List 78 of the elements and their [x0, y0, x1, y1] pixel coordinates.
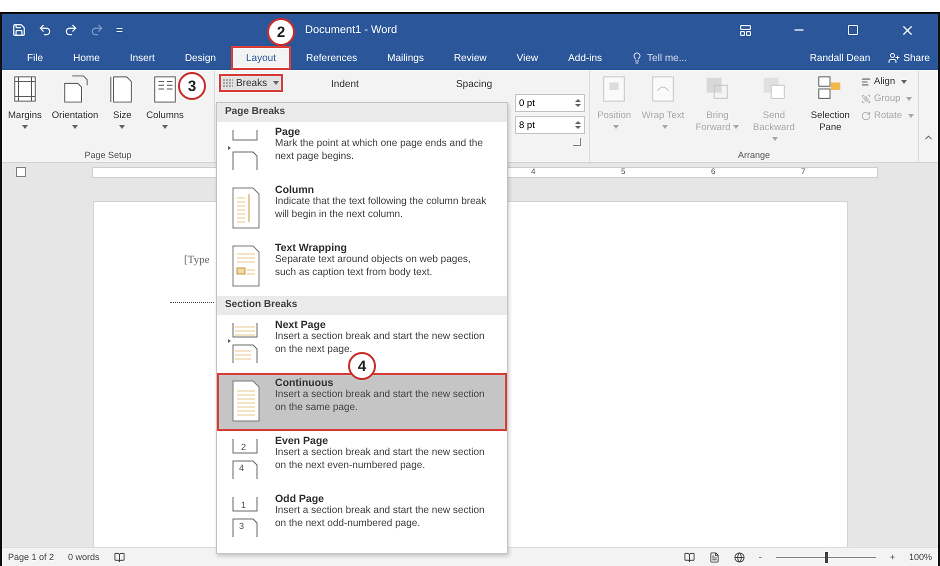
tab-selector-icon[interactable] — [16, 167, 26, 177]
caret-icon — [733, 125, 740, 130]
caret-icon — [901, 80, 908, 84]
lightbulb-icon — [631, 52, 644, 64]
maximize-icon[interactable] — [847, 24, 859, 36]
spinner-icon[interactable] — [575, 98, 581, 108]
word-count[interactable]: 0 words — [68, 552, 100, 562]
zoom-out-button[interactable]: - — [758, 552, 762, 562]
ribbon-tab[interactable]: Layout — [230, 46, 291, 70]
page-count[interactable]: Page 1 of 2 — [8, 552, 54, 562]
menu-item[interactable]: Column Indicate that the text following the column break will begin in the next column. — [217, 180, 507, 238]
person-add-icon — [888, 52, 900, 64]
ribbon-display-icon[interactable] — [738, 24, 752, 36]
window-title: Document1 - Word — [305, 24, 398, 36]
caret-icon — [662, 125, 668, 130]
menu-section-header: Page Breaks — [217, 103, 507, 122]
spacing-label: Spacing — [456, 78, 494, 90]
ribbon-tab[interactable]: Design — [170, 46, 231, 70]
group-label: Arrange — [736, 150, 772, 160]
align-icon — [861, 76, 871, 86]
read-mode-icon[interactable] — [684, 552, 695, 562]
ruler-number: 5 — [621, 167, 626, 176]
menu-item[interactable]: Continuous Insert a section break and start the new section on the same page. — [217, 373, 507, 431]
ribbon-tab[interactable]: File — [12, 46, 58, 70]
indent-label: Indent — [331, 78, 360, 90]
ribbon-tab[interactable]: Home — [58, 46, 115, 70]
caret-icon — [772, 137, 778, 142]
ribbon-button[interactable]: Margins — [6, 74, 44, 150]
share-button[interactable]: Share — [880, 46, 938, 70]
ribbon-tab[interactable]: Insert — [114, 46, 170, 70]
placeholder-text[interactable]: [Type — [184, 254, 210, 266]
caret-icon — [119, 124, 126, 129]
dialog-launcher-icon[interactable] — [573, 138, 581, 146]
rotate-icon — [861, 110, 871, 120]
ruler-number: 7 — [801, 167, 806, 176]
redo-icon[interactable] — [64, 23, 78, 37]
tell-me-field[interactable]: Tell me... — [647, 52, 688, 64]
menu-item[interactable]: 1 3 Odd Page Insert a section break and start the new section on the next odd-numbered page. — [217, 489, 507, 547]
undo-icon[interactable] — [38, 23, 52, 37]
header-line — [170, 302, 214, 303]
ribbon-tab[interactable]: View — [502, 46, 554, 70]
user-name[interactable]: Randall Dean — [810, 52, 870, 64]
menu-item[interactable]: Page Mark the point at which one page ends and the next page begins. — [217, 122, 507, 180]
ribbon-tab[interactable]: References — [291, 46, 372, 70]
menu-item[interactable]: 2 4 Even Page Insert a section break and start the new section on the next even-numbered page. — [217, 431, 507, 489]
ribbon-button[interactable]: Size — [106, 74, 138, 150]
breaks-button[interactable]: Breaks — [219, 74, 284, 92]
break-icon — [223, 79, 233, 87]
ribbon-button[interactable]: Orientation — [50, 74, 100, 150]
caret-icon — [162, 124, 168, 129]
group-icon — [861, 94, 871, 104]
print-layout-icon[interactable] — [708, 552, 720, 562]
customize-quick-access[interactable]: = — [116, 23, 124, 37]
menu-item[interactable]: Text Wrapping Separate text around objects on web pages, such as caption text from body text. — [217, 238, 507, 296]
caret-icon — [22, 124, 28, 129]
caret-icon — [273, 81, 280, 85]
menu-section-header: Section Breaks — [217, 296, 507, 315]
zoom-thumb[interactable] — [824, 552, 828, 562]
caret-icon — [908, 114, 914, 118]
zoom-level[interactable]: 100% — [908, 552, 932, 562]
ruler-number: 4 — [531, 167, 536, 176]
spacing-field[interactable]: 0 pt — [515, 94, 585, 112]
web-layout-icon[interactable] — [734, 552, 745, 562]
caret-icon — [72, 124, 78, 129]
caret-icon — [906, 96, 912, 100]
ribbon-button[interactable]: Align — [861, 76, 914, 87]
group-label: Page Setup — [83, 150, 133, 160]
zoom-in-button[interactable]: + — [890, 552, 895, 562]
spinner-icon[interactable] — [575, 120, 581, 130]
save-icon[interactable] — [12, 23, 26, 37]
caret-icon — [612, 125, 619, 130]
ribbon-button[interactable]: Selection Pane — [804, 74, 856, 150]
spacing-field[interactable]: 8 pt — [515, 116, 585, 134]
ribbon-tab[interactable]: Mailings — [372, 46, 439, 70]
ruler-number: 6 — [711, 167, 716, 176]
proofing-icon[interactable] — [114, 552, 125, 562]
ribbon-tab[interactable]: Add-ins — [553, 46, 618, 70]
ribbon-tab[interactable]: Review — [438, 46, 502, 70]
